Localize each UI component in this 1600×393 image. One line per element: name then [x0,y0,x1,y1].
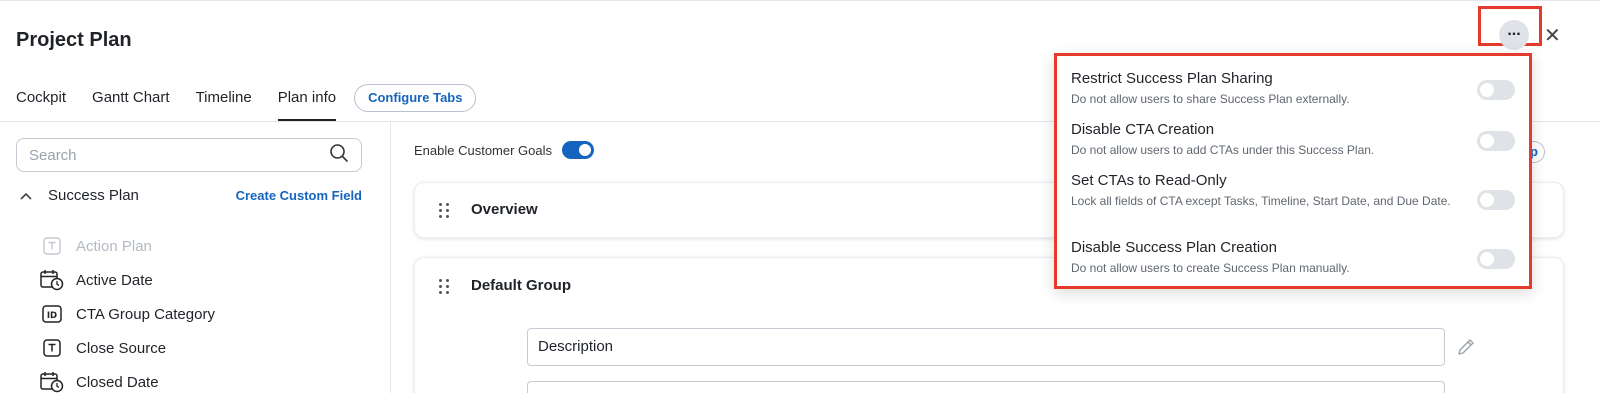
calendar-clock-icon [40,370,64,393]
tab-cockpit[interactable]: Cockpit [16,83,66,121]
menu-item-disable-success-plan-creation: Disable Success Plan Creation Do not all… [1071,239,1521,276]
field-list: Action Plan Active Date ID CTA Group Cat… [40,229,215,393]
tab-plan-info[interactable]: Plan info [277,83,337,121]
ctas-read-only-toggle[interactable] [1477,190,1515,210]
search-input[interactable] [29,146,329,164]
list-item[interactable]: ID CTA Group Category [40,297,215,331]
svg-text:ID: ID [47,311,57,321]
more-options-highlight: ... [1478,6,1542,50]
search-icon[interactable] [329,143,349,168]
menu-item-title: Set CTAs to Read-Only [1071,172,1227,189]
enable-customer-goals-toggle[interactable] [562,141,595,159]
drag-handle-icon[interactable] [439,279,449,295]
id-icon: ID [40,302,64,326]
list-item[interactable]: Active Date [40,263,215,297]
list-item[interactable]: Closed Date [40,365,215,393]
enable-customer-goals-label: Enable Customer Goals [414,142,553,158]
project-plan-page: Project Plan Cockpit Gantt Chart Timelin… [0,0,1600,393]
default-group-title: Default Group [471,277,571,294]
menu-item-ctas-read-only: Set CTAs to Read-Only Lock all fields of… [1071,172,1521,210]
field-label: Closed Date [76,373,159,391]
list-item[interactable]: Action Plan [40,229,215,263]
search-box [16,138,362,172]
field-label: Action Plan [76,237,152,255]
create-custom-field-link[interactable]: Create Custom Field [236,188,362,203]
restrict-sharing-toggle[interactable] [1477,80,1515,100]
configure-tabs-button[interactable]: Configure Tabs [354,84,477,112]
next-field[interactable] [527,381,1445,393]
menu-item-title: Restrict Success Plan Sharing [1071,70,1273,87]
enable-customer-goals-row: Enable Customer Goals [414,141,595,159]
tab-timeline[interactable]: Timeline [196,83,252,121]
field-label: Active Date [76,271,153,289]
success-plan-section-header: Success Plan Create Custom Field [20,187,362,204]
text-field-icon [40,336,64,360]
more-options-menu: Restrict Success Plan Sharing Do not all… [1054,53,1532,289]
tab-gantt-chart[interactable]: Gantt Chart [92,83,170,121]
sidebar-divider [390,122,391,393]
drag-handle-icon[interactable] [439,203,449,219]
menu-item-title: Disable Success Plan Creation [1071,239,1277,256]
tab-bar: Cockpit Gantt Chart Timeline Plan info C… [16,83,477,121]
success-plan-section-label: Success Plan [48,187,139,204]
page-title: Project Plan [16,29,132,51]
menu-item-description: Do not allow users to create Success Pla… [1071,261,1350,275]
menu-item-description: Lock all fields of CTA except Tasks, Tim… [1071,194,1451,208]
calendar-clock-icon [40,268,64,292]
list-item[interactable]: Close Source [40,331,215,365]
close-icon[interactable]: ✕ [1544,23,1561,48]
disable-cta-creation-toggle[interactable] [1477,131,1515,151]
more-options-button[interactable]: ... [1499,20,1529,50]
pencil-icon[interactable] [1456,337,1476,362]
chevron-up-icon[interactable] [20,188,36,203]
disable-success-plan-creation-toggle[interactable] [1477,249,1515,269]
menu-item-disable-cta-creation: Disable CTA Creation Do not allow users … [1071,121,1521,158]
menu-item-description: Do not allow users to share Success Plan… [1071,92,1350,106]
menu-item-restrict-sharing: Restrict Success Plan Sharing Do not all… [1071,70,1521,107]
overview-title: Overview [471,201,538,218]
menu-item-description: Do not allow users to add CTAs under thi… [1071,143,1375,157]
menu-item-title: Disable CTA Creation [1071,121,1215,138]
text-field-icon [40,234,64,258]
field-label: CTA Group Category [76,305,215,323]
description-field[interactable]: Description [527,328,1445,366]
field-label: Close Source [76,339,167,357]
